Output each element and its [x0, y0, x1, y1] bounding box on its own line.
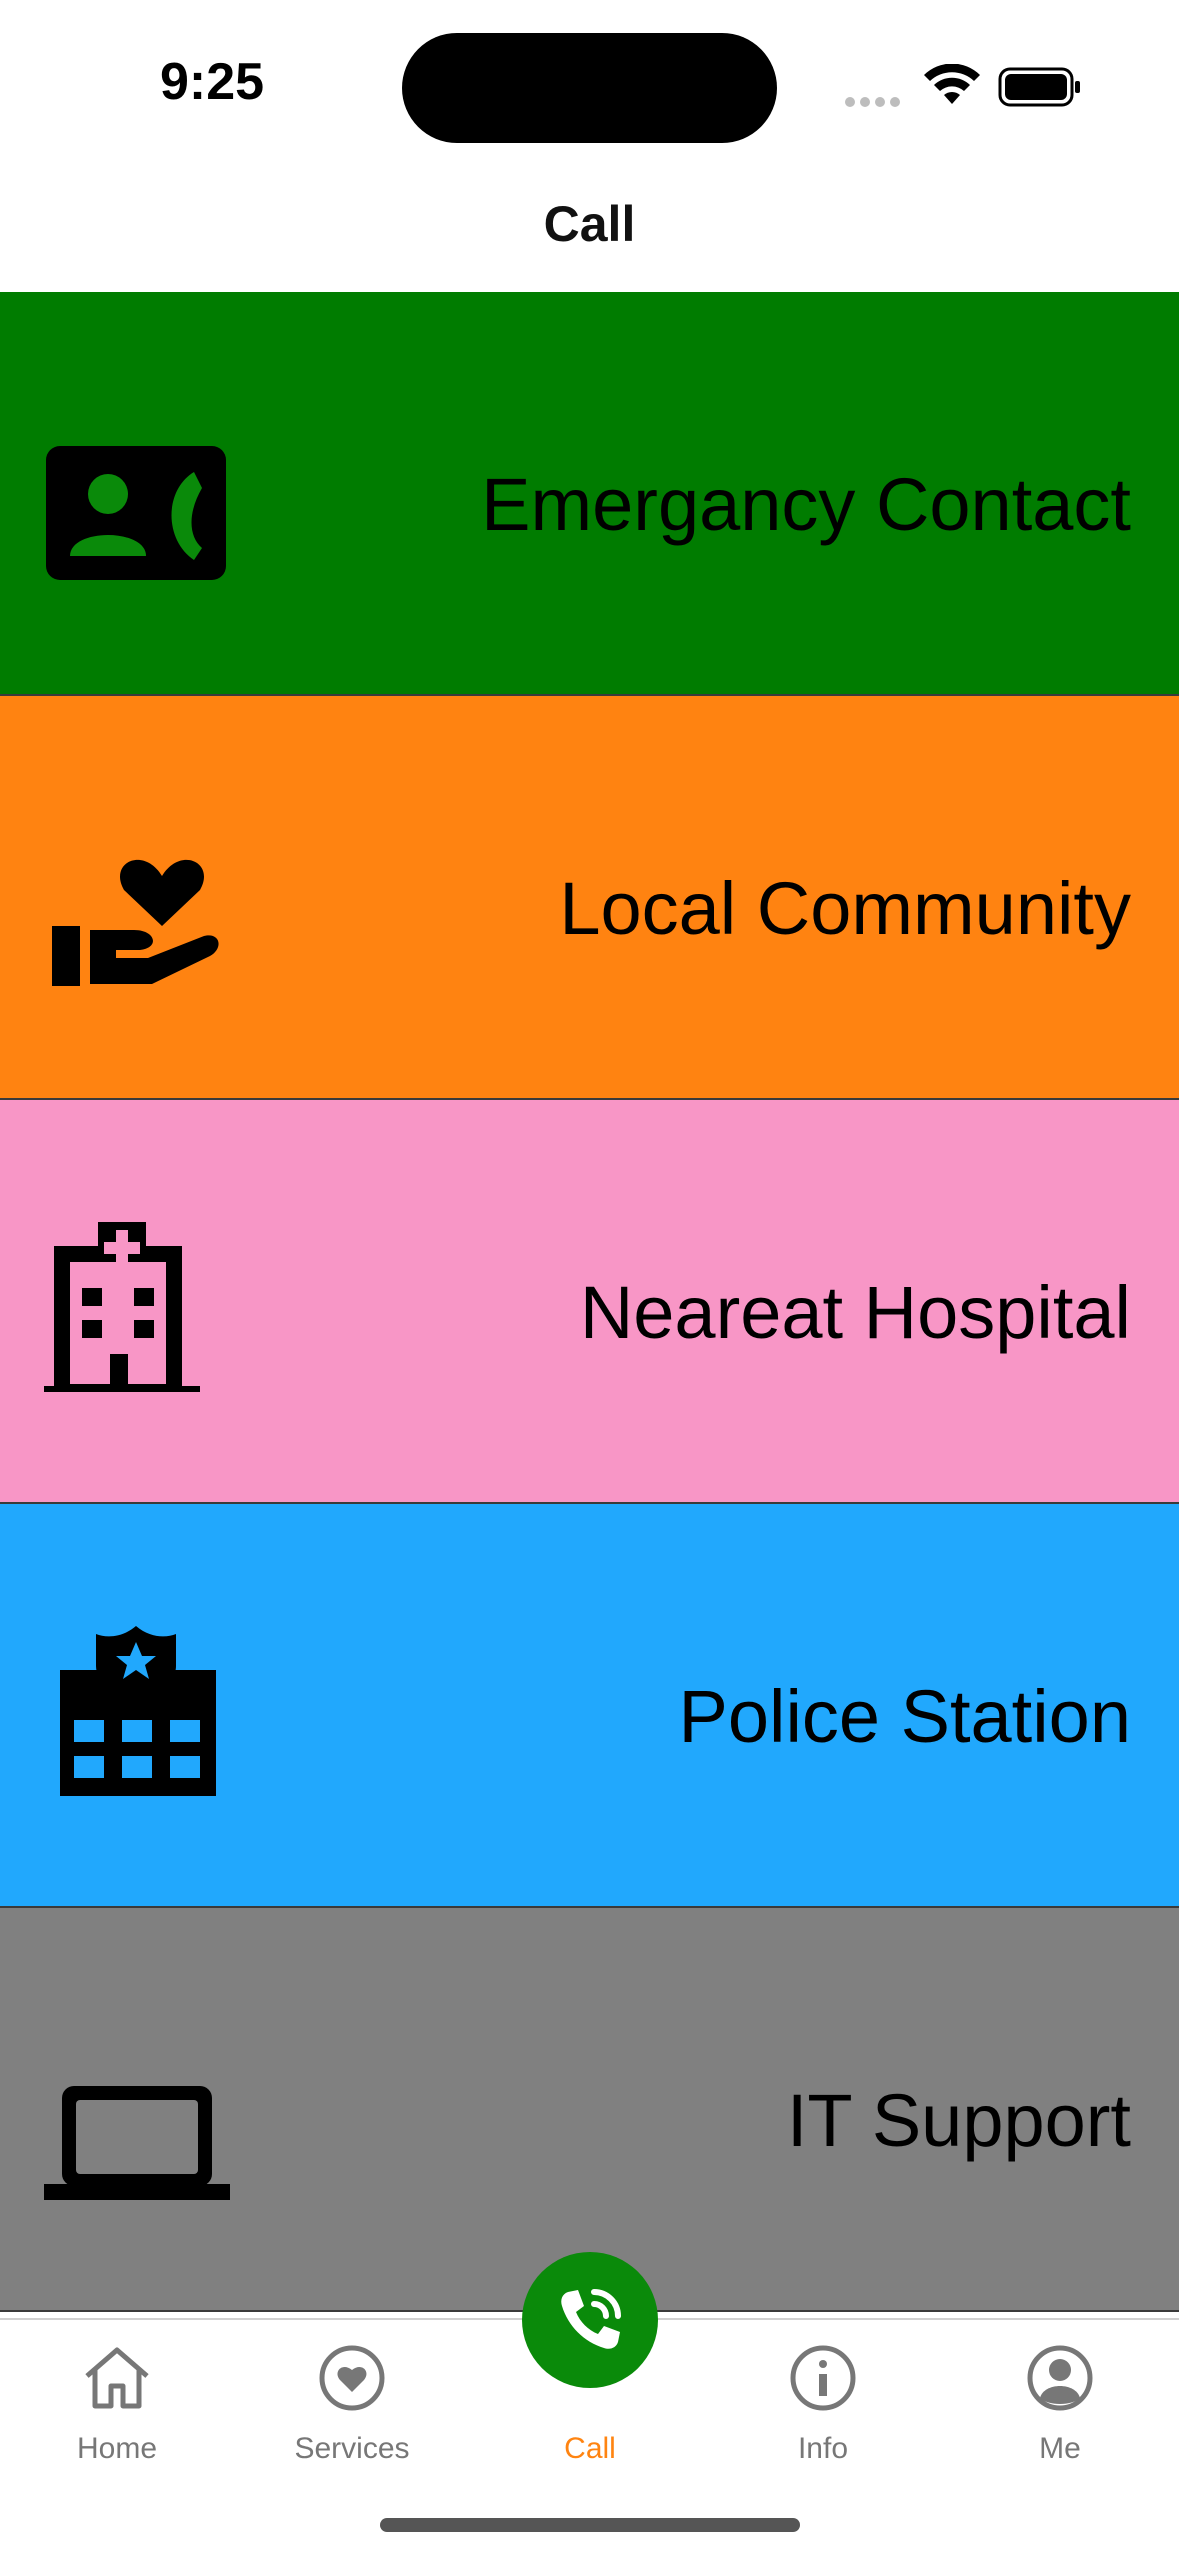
tab-label: Services	[294, 2432, 410, 2465]
option-nearest-hospital[interactable]: Neareat Hospital	[0, 1100, 1179, 1504]
hospital-building-icon	[44, 1222, 200, 1392]
wifi-icon	[924, 64, 980, 104]
option-label: IT Support	[786, 2079, 1131, 2162]
laptop-icon	[44, 2086, 230, 2200]
heart-circle-icon	[319, 2345, 385, 2411]
person-circle-icon	[1027, 2345, 1093, 2411]
info-circle-icon	[790, 2345, 856, 2411]
page-title: Call	[543, 196, 636, 252]
option-police-station[interactable]: Police Station	[0, 1504, 1179, 1908]
tab-me[interactable]: Me	[970, 2320, 1150, 2480]
option-label: Local Community	[559, 867, 1131, 950]
tab-services[interactable]: Services	[262, 2320, 442, 2480]
police-station-icon	[60, 1626, 216, 1796]
call-button[interactable]	[522, 2252, 658, 2388]
contact-phone-icon	[46, 446, 226, 580]
option-emergency-contact[interactable]: Emergancy Contact	[0, 292, 1179, 696]
tab-label: Me	[1039, 2432, 1081, 2465]
option-label: Neareat Hospital	[579, 1271, 1131, 1354]
status-bar: 9:25	[0, 0, 1179, 180]
cellular-signal-icon	[845, 94, 905, 107]
option-label: Emergancy Contact	[481, 463, 1131, 546]
volunteer-heart-hand-icon	[52, 859, 219, 986]
tab-info[interactable]: Info	[733, 2320, 913, 2480]
status-time: 9:25	[160, 53, 265, 111]
phone-call-icon	[561, 2289, 621, 2349]
tab-home[interactable]: Home	[27, 2320, 207, 2480]
dynamic-island	[402, 33, 777, 143]
home-icon	[85, 2347, 149, 2409]
battery-icon	[998, 67, 1080, 107]
option-label: Police Station	[678, 1675, 1132, 1758]
home-indicator	[380, 2518, 800, 2532]
call-options-list: Emergancy Contact Local Community Nearea…	[0, 292, 1179, 2312]
tab-label: Call	[564, 2432, 616, 2465]
tab-label: Info	[797, 2432, 849, 2465]
tab-label: Home	[76, 2432, 158, 2465]
option-local-community[interactable]: Local Community	[0, 696, 1179, 1100]
